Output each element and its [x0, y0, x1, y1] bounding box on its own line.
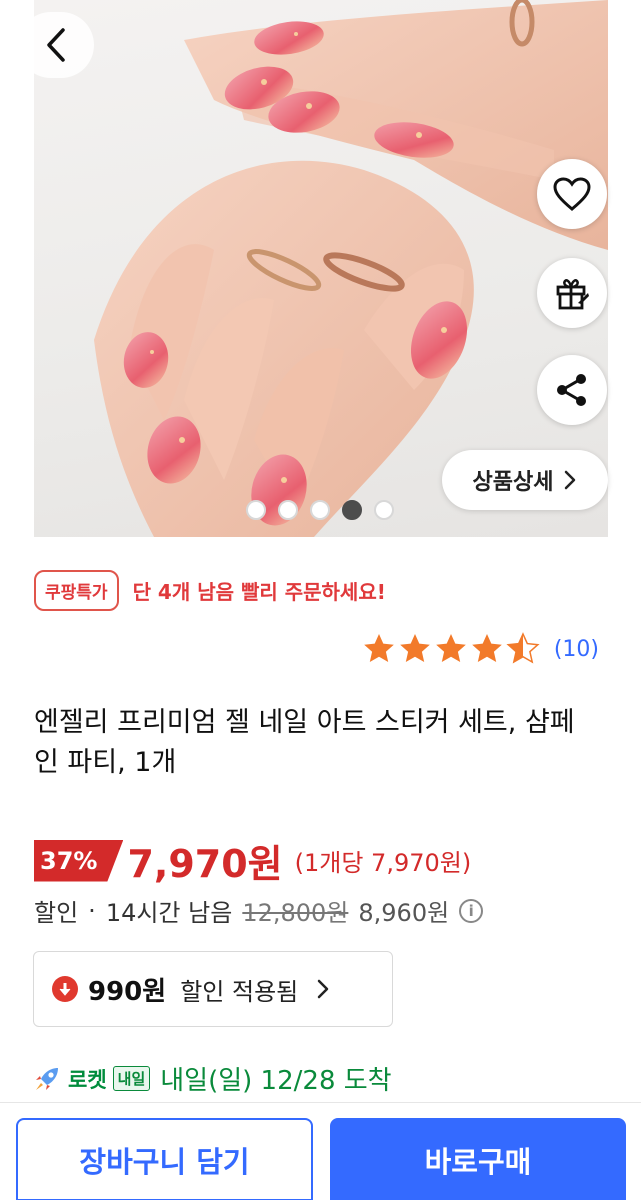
product-detail-button[interactable]: 상품상세: [442, 450, 608, 510]
share-icon: [557, 374, 586, 406]
carousel-dot-active[interactable]: [342, 500, 362, 520]
coupon-applied-button[interactable]: 990원 할인 적용됨: [33, 951, 393, 1027]
share-button[interactable]: [537, 355, 607, 425]
chevron-right-icon: [317, 979, 329, 999]
discount-rate-badge: 37%: [34, 839, 124, 882]
delivery-info: 로켓 내일 내일(일) 12/28 도착: [32, 1060, 392, 1097]
original-price: 12,800원: [242, 899, 349, 927]
time-left: 14시간 남음: [105, 899, 233, 927]
gift-button[interactable]: [537, 258, 607, 328]
product-image-carousel[interactable]: 상품상세: [0, 0, 641, 537]
deal-message: 단 4개 남음 빨리 주문하세요!: [132, 580, 386, 604]
price-row: 37% 7,970원 (1개당 7,970원): [34, 833, 471, 888]
coupon-text: 할인 적용됨: [180, 977, 299, 1006]
back-button[interactable]: [18, 12, 94, 78]
info-icon[interactable]: i: [459, 898, 484, 923]
product-detail-label: 상품상세: [472, 470, 554, 495]
buy-now-button[interactable]: 바로구매: [330, 1118, 626, 1200]
rating[interactable]: (10): [362, 632, 599, 666]
chevron-left-icon: [47, 28, 65, 62]
tomorrow-badge: 내일: [112, 1066, 151, 1091]
carousel-indicator: [246, 500, 394, 520]
separator: ·: [88, 896, 96, 925]
chevron-right-icon: [565, 470, 576, 490]
deal-badge: 쿠팡특가: [34, 570, 119, 611]
down-arrow-coupon-icon: [52, 976, 78, 1002]
gift-rocket-icon: [556, 279, 589, 310]
review-count[interactable]: (10): [554, 637, 599, 662]
discount-info-row: 할인 · 14시간 남음 12,800원 8,960원 i: [34, 893, 484, 928]
arrival-text: 내일(일) 12/28 도착: [160, 1066, 392, 1096]
star-rating: [362, 632, 544, 666]
wishlist-button[interactable]: [537, 159, 607, 229]
add-to-cart-button[interactable]: 장바구니 담기: [16, 1118, 313, 1200]
rocket-label: 로켓: [68, 1067, 107, 1092]
star-icons: [364, 633, 539, 663]
carousel-dot[interactable]: [246, 500, 266, 520]
unit-price: (1개당 7,970원): [294, 849, 472, 877]
coupon-amount: 990원: [88, 976, 167, 1007]
deal-banner: 쿠팡특가 단 4개 남음 빨리 주문하세요!: [34, 570, 386, 611]
carousel-dot[interactable]: [278, 500, 298, 520]
heart-icon: [553, 177, 591, 211]
discount-label: 할인: [34, 899, 79, 927]
carousel-dot[interactable]: [310, 500, 330, 520]
carousel-dot[interactable]: [374, 500, 394, 520]
bottom-action-bar: 장바구니 담기 바로구매: [0, 1102, 641, 1200]
sale-price: 7,970원: [127, 842, 283, 886]
rocket-icon: [36, 1067, 58, 1090]
member-price: 8,960원: [358, 899, 450, 927]
product-title: 엔젤리 프리미엄 젤 네일 아트 스티커 세트, 샴페인 파티, 1개: [34, 707, 575, 778]
